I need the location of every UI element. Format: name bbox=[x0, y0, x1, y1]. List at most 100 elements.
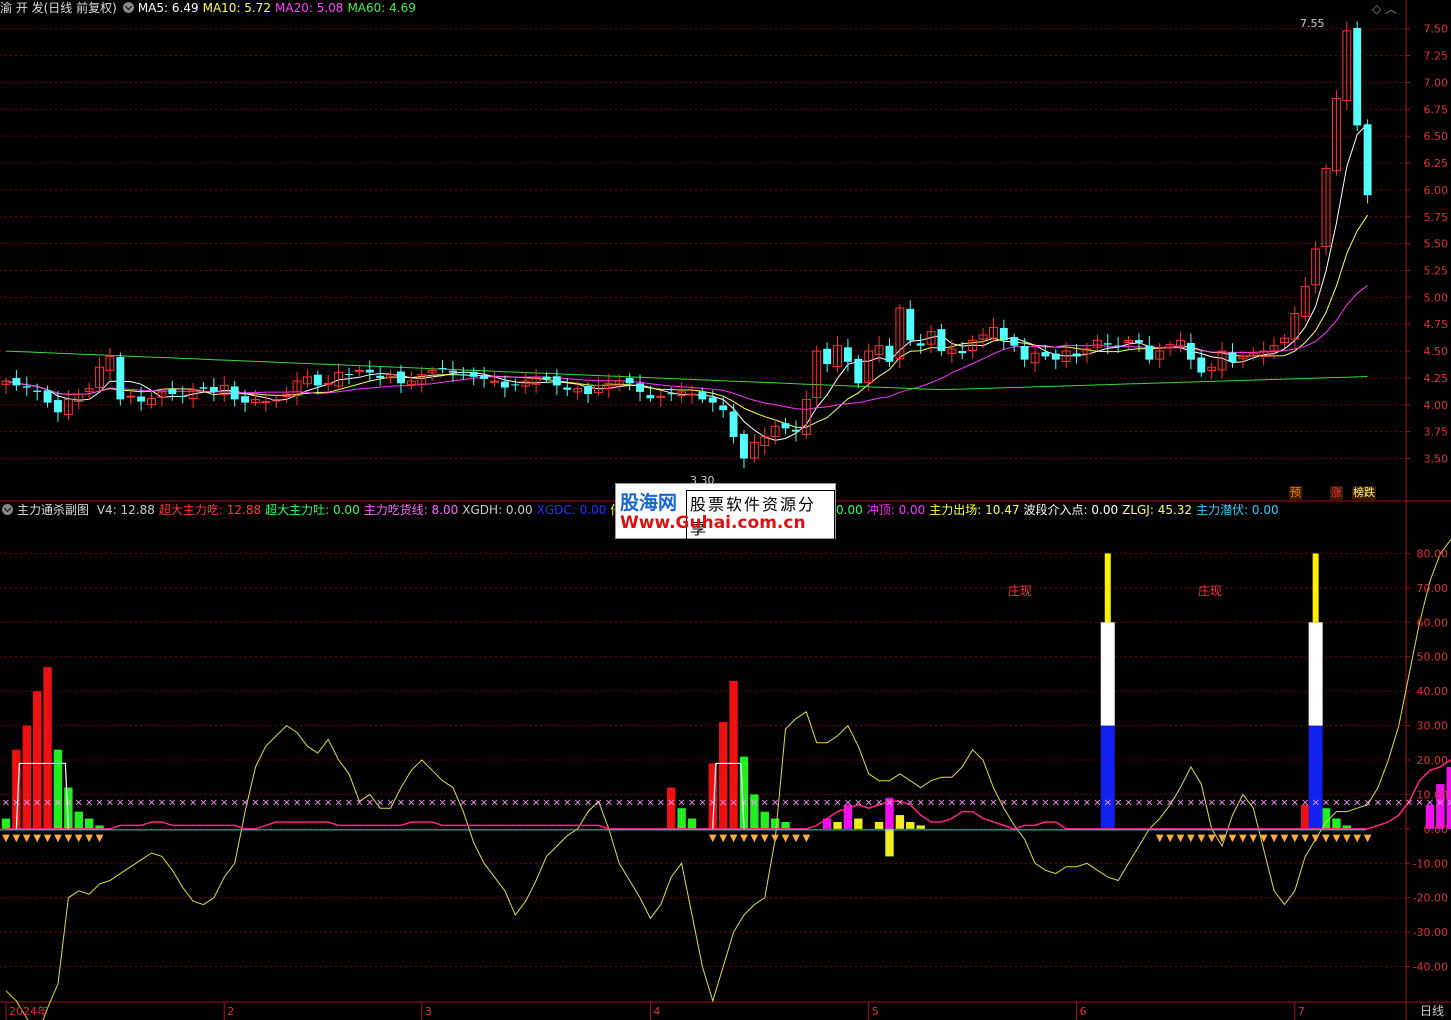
price-tick-label: 7.00 bbox=[1424, 76, 1449, 89]
main-line-cross: × bbox=[199, 797, 207, 808]
main-line-cross: × bbox=[1052, 797, 1060, 808]
sub-tick-label: 0.00 bbox=[1424, 823, 1449, 836]
main-line-cross: × bbox=[625, 797, 633, 808]
main-line-cross: × bbox=[490, 797, 498, 808]
main-line-cross: × bbox=[657, 797, 665, 808]
down-arrow-marker: ▼ bbox=[730, 833, 738, 844]
candle-body bbox=[33, 390, 42, 392]
sub-tick-label: 50.00 bbox=[1417, 651, 1449, 664]
chevron-down-icon[interactable] bbox=[2, 504, 13, 515]
main-line-cross: × bbox=[677, 797, 685, 808]
main-line-cross: × bbox=[1332, 797, 1340, 808]
indicator-bar bbox=[84, 818, 94, 829]
sub-tick-label: -10.00 bbox=[1413, 857, 1448, 870]
candle-body bbox=[1072, 353, 1081, 357]
candle-body bbox=[646, 395, 655, 399]
down-arrow-marker: ▼ bbox=[23, 833, 31, 844]
candle-body bbox=[469, 371, 478, 377]
main-line-cross: × bbox=[2, 797, 10, 808]
down-arrow-marker: ▼ bbox=[1260, 833, 1268, 844]
main-line-cross: × bbox=[958, 797, 966, 808]
month-label: 5 bbox=[872, 1005, 879, 1018]
pink-indicator-line bbox=[6, 759, 1451, 830]
main-line-cross: × bbox=[210, 797, 218, 808]
main-line-cross: × bbox=[303, 797, 311, 808]
indicator-bar bbox=[874, 821, 884, 829]
settings-check-icon[interactable] bbox=[122, 2, 134, 13]
period-label[interactable]: 日线 bbox=[1420, 1003, 1444, 1019]
candle-body bbox=[937, 329, 946, 352]
main-line-cross: × bbox=[12, 797, 20, 808]
ma-line-ma10 bbox=[5, 214, 1369, 428]
low-mark-label: 3.30 bbox=[690, 474, 715, 487]
candle-body bbox=[1010, 337, 1019, 346]
main-line-cross: × bbox=[989, 797, 997, 808]
sub-legend: 主力通杀副图 V4: 12.88 超大主力吃: 12.88 超大主力吐: 0.00 主… bbox=[0, 502, 650, 518]
badge-bangdie[interactable]: 榜跌 bbox=[1352, 486, 1376, 500]
candle-body bbox=[1363, 124, 1372, 196]
candle-body bbox=[199, 387, 208, 389]
down-arrow-marker: ▼ bbox=[96, 833, 104, 844]
indicator-bar bbox=[895, 815, 905, 829]
main-line-cross: × bbox=[480, 797, 488, 808]
chevron-up-icon[interactable]: ︿ bbox=[1385, 2, 1397, 16]
main-line-cross: × bbox=[282, 797, 290, 808]
candle-body bbox=[885, 345, 894, 362]
main-line-cross: × bbox=[179, 797, 187, 808]
sub-tick-label: 60.00 bbox=[1417, 616, 1449, 629]
down-arrow-marker: ▼ bbox=[751, 833, 759, 844]
indicator-bar bbox=[1301, 804, 1310, 829]
main-line-cross: × bbox=[366, 797, 374, 808]
diamond-icon[interactable]: ◇ bbox=[1372, 2, 1381, 16]
price-tick-label: 6.50 bbox=[1424, 130, 1449, 143]
main-line-cross: × bbox=[158, 797, 166, 808]
main-line-cross: × bbox=[116, 797, 124, 808]
down-arrow-marker: ▼ bbox=[1229, 833, 1237, 844]
down-arrow-marker: ▼ bbox=[792, 833, 800, 844]
badge-zhang[interactable]: 涨 bbox=[1330, 486, 1343, 500]
main-line-cross: × bbox=[230, 797, 238, 808]
main-line-cross: × bbox=[1031, 797, 1039, 808]
zhuang-bar-white bbox=[1100, 622, 1115, 726]
candlesticks[interactable] bbox=[1, 21, 1372, 469]
main-line-cross: × bbox=[106, 797, 114, 808]
indicator-bar bbox=[1332, 818, 1341, 829]
sub-legend-item: 超大主力吃: 12.88 bbox=[158, 503, 262, 517]
main-line-cross: × bbox=[511, 797, 519, 808]
price-tick-label: 5.00 bbox=[1424, 291, 1449, 304]
main-line-cross: × bbox=[1301, 797, 1309, 808]
main-line-cross: × bbox=[64, 797, 72, 808]
down-arrow-marker: ▼ bbox=[1270, 833, 1278, 844]
main-line-cross: × bbox=[386, 797, 394, 808]
ma10-label: MA10: 5.72 bbox=[202, 1, 272, 15]
sub-tick-label: 80.00 bbox=[1417, 547, 1449, 560]
panel-controls[interactable]: ◇ ︿ bbox=[1372, 0, 1397, 17]
badge-yu[interactable]: 预 bbox=[1289, 486, 1302, 500]
stock-title[interactable]: 渝 开 发(日线 前复权) bbox=[0, 1, 117, 15]
main-line-cross: × bbox=[1062, 797, 1070, 808]
main-line-cross: × bbox=[667, 797, 675, 808]
main-line-cross: × bbox=[418, 797, 426, 808]
candle-body bbox=[1020, 346, 1029, 360]
indicator-bar bbox=[74, 811, 83, 829]
ma5-label: MA5: 6.49 bbox=[137, 1, 199, 15]
main-line-cross: × bbox=[397, 797, 405, 808]
sub-title[interactable]: 主力通杀副图 bbox=[17, 503, 89, 517]
main-line-cross: × bbox=[438, 797, 446, 808]
indicator-bar bbox=[22, 725, 31, 829]
main-line-cross: × bbox=[844, 797, 852, 808]
candle-body bbox=[563, 387, 572, 390]
indicator-bar bbox=[687, 818, 697, 829]
indicator-bar bbox=[770, 818, 780, 829]
indicator-bar bbox=[718, 722, 728, 829]
candle-body bbox=[137, 396, 146, 402]
main-line-cross: × bbox=[968, 797, 976, 808]
indicator-bars[interactable] bbox=[1, 553, 1451, 857]
high-mark-label: 7.55 bbox=[1300, 17, 1325, 30]
price-tick-label: 4.25 bbox=[1424, 372, 1449, 385]
indicator-bar bbox=[916, 825, 925, 829]
down-arrow-marker: ▼ bbox=[719, 833, 727, 844]
month-label: 2 bbox=[227, 1005, 234, 1018]
main-line-cross: × bbox=[355, 797, 363, 808]
main-line-cross: × bbox=[885, 797, 893, 808]
